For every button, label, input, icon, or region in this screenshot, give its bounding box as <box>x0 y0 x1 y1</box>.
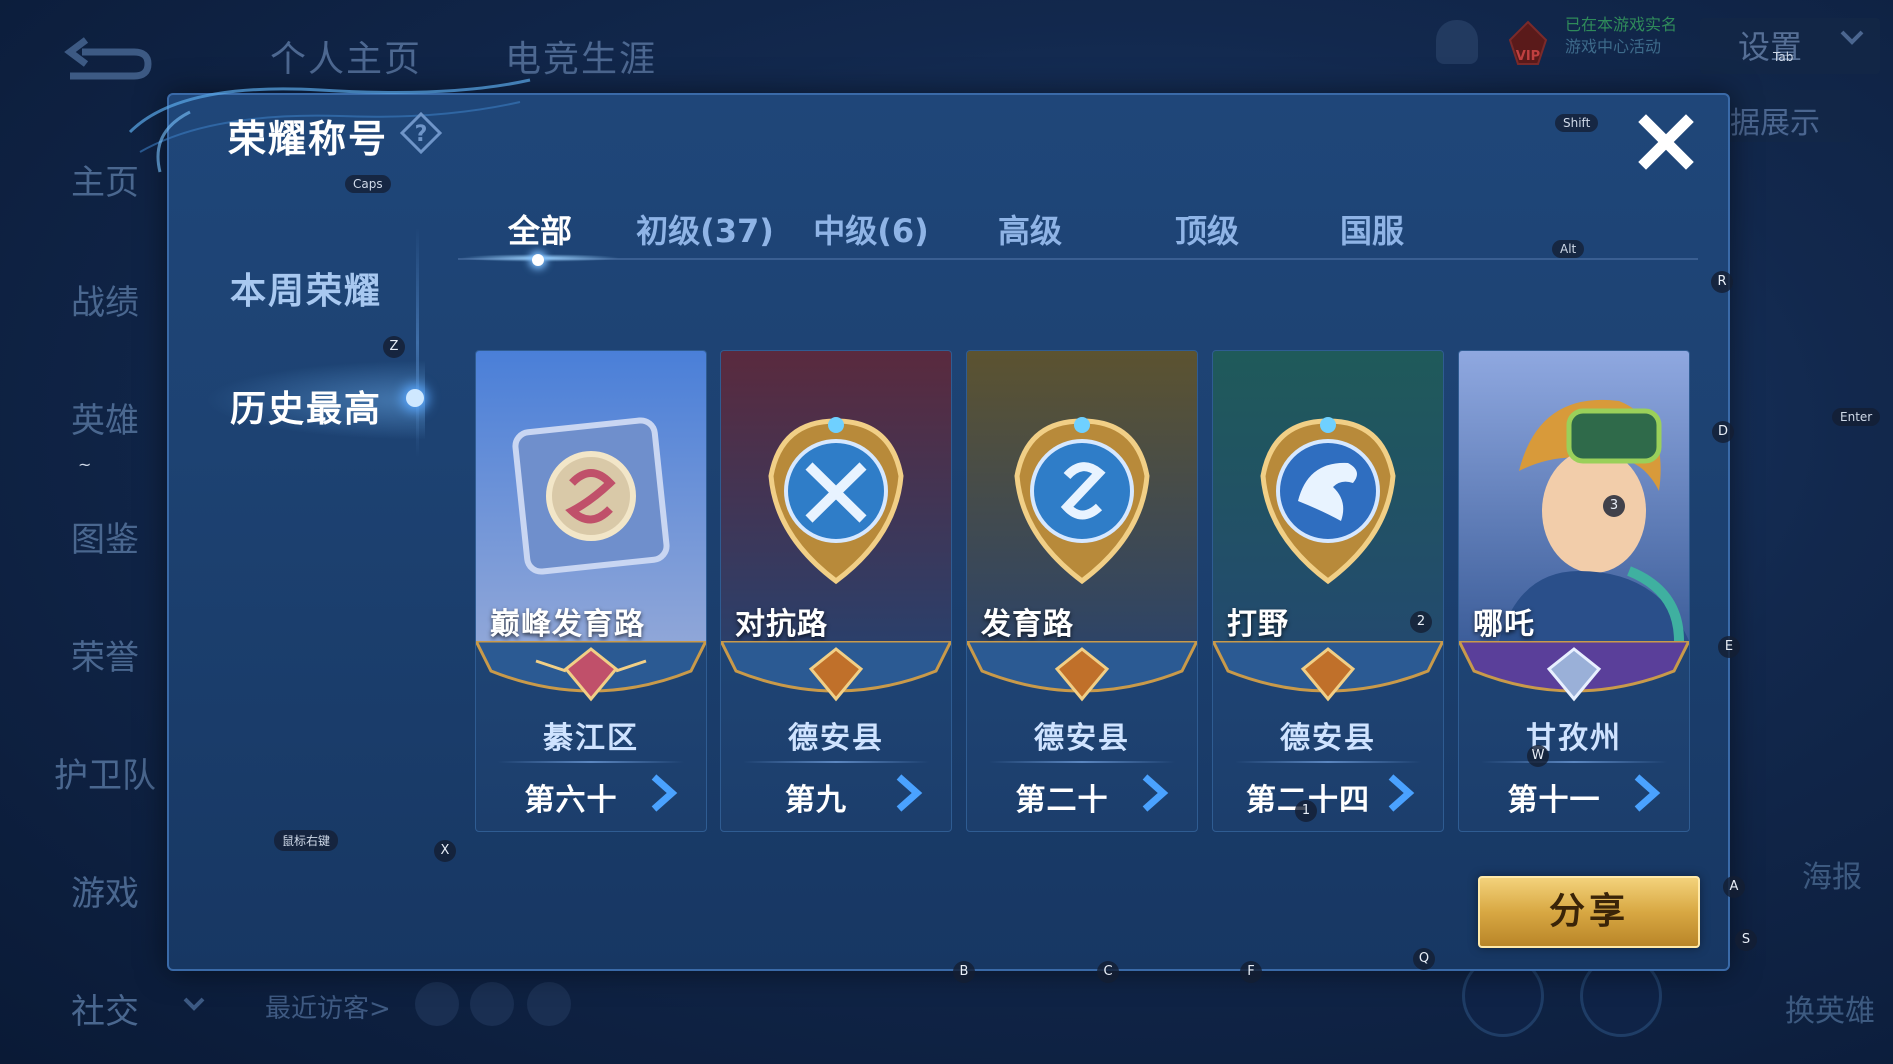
visitor-avatar[interactable] <box>527 982 571 1026</box>
tab-intermediate[interactable]: 中级(6) <box>806 206 936 252</box>
hero-portrait-icon <box>1459 351 1689 641</box>
keyhint-3: 3 <box>1603 495 1625 517</box>
rank-badge-icon <box>967 641 1197 702</box>
keyhint-caps: Caps <box>345 175 391 193</box>
active-tab-dot <box>532 254 544 266</box>
clash-lane-emblem-icon <box>721 351 951 641</box>
left-menu-games[interactable]: 游戏 <box>50 866 160 915</box>
keyhint-c: C <box>1097 961 1119 983</box>
jungle-emblem-icon <box>1213 351 1443 641</box>
rank-badge-icon <box>1213 641 1443 702</box>
subnav-history-best[interactable]: 历史最高 <box>230 380 382 432</box>
vip-badge[interactable]: VIP <box>1502 18 1554 68</box>
keyhint-s: S <box>1735 929 1757 951</box>
help-icon[interactable]: ? <box>399 111 443 155</box>
close-icon[interactable] <box>1636 112 1696 172</box>
card-separator <box>989 761 1175 763</box>
rank-badge-icon <box>476 641 706 702</box>
bell-icon[interactable] <box>1436 20 1478 64</box>
card-title-name: 发育路 <box>981 607 1074 642</box>
keyhint-enter: Enter <box>1832 408 1881 426</box>
visitor-avatar[interactable] <box>470 982 514 1026</box>
tab-advanced[interactable]: 高级 <box>980 206 1080 252</box>
rank-badge-icon <box>721 641 951 702</box>
svg-text:?: ? <box>415 122 428 147</box>
title-card[interactable]: 哪吒 甘孜州 第十一 <box>1458 350 1690 832</box>
share-button[interactable]: 分享 <box>1478 876 1700 948</box>
card-rank: 第二十 <box>1015 783 1109 818</box>
card-region: 德安县 <box>1280 721 1376 756</box>
data-display-label: 据展示 <box>1730 106 1820 141</box>
card-separator <box>743 761 929 763</box>
recent-visitors-link[interactable]: 最近访客> <box>265 988 391 1025</box>
realname-line1: 已在本游戏实名 <box>1565 15 1678 34</box>
card-title-name: 哪吒 <box>1473 607 1535 642</box>
keyhint-shift: Shift <box>1555 114 1599 132</box>
keyhint-z: Z <box>383 336 405 358</box>
active-indicator <box>406 389 424 407</box>
card-separator <box>1235 761 1421 763</box>
keyhint-2: 2 <box>1410 611 1432 633</box>
left-menu-social[interactable]: 社交 <box>50 984 160 1033</box>
keyhint-1: 1 <box>1295 800 1317 822</box>
card-region: 甘孜州 <box>1526 721 1622 756</box>
card-separator <box>498 761 684 763</box>
keyhint-r: R <box>1711 271 1733 293</box>
left-menu-heroes[interactable]: 英雄 <box>50 393 160 442</box>
left-menu-guard[interactable]: 护卫队 <box>50 748 160 797</box>
chevron-right-icon[interactable] <box>646 773 682 813</box>
keyhint-q: Q <box>1413 948 1435 970</box>
keyhint-alt: Alt <box>1552 240 1585 258</box>
keyhint-w: W <box>1527 745 1549 767</box>
chevron-down-icon[interactable] <box>1840 30 1864 50</box>
social-chevron-icon[interactable] <box>183 996 205 1015</box>
title-card[interactable]: 打野 德安县 第二十四 <box>1212 350 1444 832</box>
card-title-name: 对抗路 <box>735 607 828 642</box>
title-card[interactable]: 对抗路 德安县 第九 <box>720 350 952 832</box>
poster-button[interactable]: 海报 <box>1802 852 1862 896</box>
card-title-name: 巅峰发育路 <box>490 607 645 642</box>
left-menu-gallery[interactable]: 图鉴 <box>50 512 160 561</box>
dialog-title: 荣耀称号 <box>228 117 389 161</box>
keyhint-tilde: ~ <box>78 455 92 474</box>
card-region: 德安县 <box>1034 721 1130 756</box>
peak-adc-emblem-icon <box>476 351 706 641</box>
keyhint-b: B <box>953 961 975 983</box>
title-card[interactable]: 巅峰发育路 綦江区 第六十 <box>475 350 707 832</box>
subnav-this-week[interactable]: 本周荣耀 <box>230 262 382 314</box>
keyhint-mouse-right: 鼠标右键 <box>274 830 339 851</box>
adc-lane-emblem-icon <box>967 351 1197 641</box>
tab-top[interactable]: 顶级 <box>1157 206 1257 252</box>
card-region: 綦江区 <box>543 721 639 756</box>
chevron-right-icon[interactable] <box>1137 773 1173 813</box>
keyhint-d: D <box>1712 421 1734 443</box>
card-rank: 第六十 <box>524 783 618 818</box>
realname-line2: 游戏中心活动 <box>1565 37 1662 56</box>
tab-bar-line <box>458 258 1698 260</box>
card-rank: 第十一 <box>1507 783 1601 818</box>
swap-hero-button[interactable]: 换英雄 <box>1785 986 1875 1030</box>
card-title-name: 打野 <box>1227 607 1289 642</box>
rank-badge-icon <box>1459 641 1689 702</box>
keyhint-x: X <box>434 840 456 862</box>
left-menu-honor[interactable]: 荣誉 <box>50 630 160 679</box>
svg-text:VIP: VIP <box>1516 49 1540 64</box>
chevron-right-icon[interactable] <box>1629 773 1665 813</box>
title-card[interactable]: 发育路 德安县 第二十 <box>966 350 1198 832</box>
keyhint-f: F <box>1240 961 1262 983</box>
keyhint-e: E <box>1718 636 1740 658</box>
keyhint-tab: Tab <box>1773 50 1794 64</box>
chevron-right-icon[interactable] <box>1383 773 1419 813</box>
chevron-right-icon[interactable] <box>891 773 927 813</box>
tab-all[interactable]: 全部 <box>480 206 600 252</box>
left-menu-record[interactable]: 战绩 <box>50 275 160 324</box>
keyhint-a: A <box>1723 876 1745 898</box>
visitor-avatar[interactable] <box>415 982 459 1026</box>
tab-junior[interactable]: 初级(37) <box>630 206 780 252</box>
card-separator <box>1481 761 1667 763</box>
realname-status: 已在本游戏实名 游戏中心活动 <box>1565 14 1677 58</box>
card-rank: 第九 <box>785 783 847 818</box>
card-region: 德安县 <box>788 721 884 756</box>
tab-national-server[interactable]: 国服 <box>1322 206 1422 252</box>
